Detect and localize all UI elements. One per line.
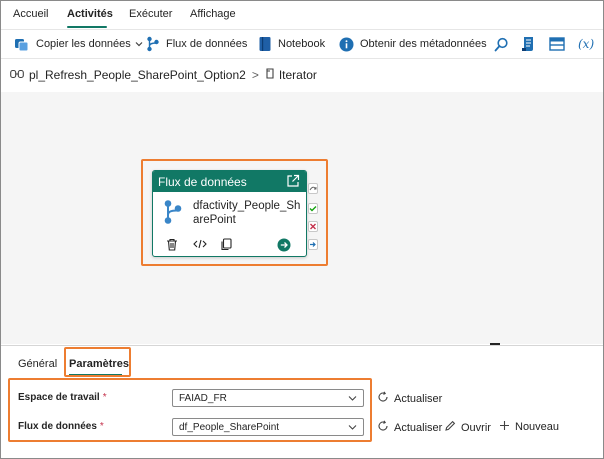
open-dataflow-button[interactable]: Ouvrir: [444, 420, 491, 435]
activities-toolbar: Copier les données Flux de données Noteb…: [1, 29, 603, 59]
new-dataflow-button[interactable]: Nouveau: [499, 420, 559, 434]
success-connector-icon[interactable]: [308, 203, 318, 214]
refresh-icon: [377, 420, 389, 435]
script-icon: [521, 36, 535, 52]
breadcrumb-current[interactable]: Iterator: [279, 68, 317, 82]
script-button[interactable]: [521, 30, 535, 58]
notebook-label: Notebook: [278, 38, 326, 50]
new-label: Nouveau: [515, 421, 560, 433]
tab-general[interactable]: Général: [18, 358, 57, 370]
failure-connector-icon[interactable]: [308, 221, 318, 232]
code-icon[interactable]: [193, 238, 207, 253]
breadcrumb-separator: >: [251, 68, 259, 82]
tab-affichage[interactable]: Affichage: [190, 8, 236, 20]
expression-button[interactable]: (x): [578, 30, 594, 58]
activity-body: dfactivity_People_SharePoint: [153, 192, 306, 236]
notebook-icon: [258, 36, 272, 52]
copy-icon[interactable]: [220, 238, 232, 254]
pipeline-icon: [10, 68, 24, 82]
tab-accueil[interactable]: Accueil: [13, 8, 48, 20]
dataflow-icon: [163, 199, 183, 228]
activity-header: Flux de données: [153, 171, 306, 192]
table-icon: [549, 37, 565, 51]
activity-actions: [153, 234, 306, 256]
workspace-refresh-button[interactable]: Actualiser: [377, 391, 442, 406]
active-tab-indicator: [67, 26, 107, 28]
iterator-icon: [265, 68, 275, 82]
parametres-tab-highlight: [64, 347, 131, 377]
breadcrumb: pl_Refresh_People_SharePoint_Option2 > I…: [10, 67, 317, 83]
delete-icon[interactable]: [166, 238, 178, 254]
dataflow-refresh-button[interactable]: Actualiser: [377, 420, 442, 435]
copy-data-icon: [14, 36, 30, 52]
run-arrow-icon[interactable]: [277, 238, 291, 255]
copy-data-button[interactable]: Copier les données: [14, 30, 143, 58]
completion-connector-icon[interactable]: [308, 239, 318, 250]
refresh-icon: [377, 391, 389, 406]
dataflow-label: Flux de données: [166, 38, 248, 50]
skip-connector-icon[interactable]: [308, 183, 318, 194]
search-icon: [494, 37, 509, 52]
ribbon-tabs: Accueil Activités Exécuter Affichage: [1, 1, 603, 29]
dataflow-icon: [146, 36, 160, 52]
table-button[interactable]: [549, 30, 565, 58]
pencil-icon: [444, 420, 456, 435]
breadcrumb-pipeline[interactable]: pl_Refresh_People_SharePoint_Option2: [29, 68, 246, 82]
open-label: Ouvrir: [461, 421, 491, 434]
get-metadata-button[interactable]: Obtenir des métadonnées: [339, 30, 487, 58]
refresh-label: Actualiser: [394, 421, 443, 434]
activity-name: dfactivity_People_SharePoint: [193, 200, 301, 226]
dataflow-button[interactable]: Flux de données: [146, 30, 247, 58]
lookup-button[interactable]: [494, 30, 509, 58]
copy-data-label: Copier les données: [36, 38, 131, 50]
tab-activites[interactable]: Activités: [67, 8, 113, 20]
refresh-label: Actualiser: [394, 392, 443, 405]
expression-icon: (x): [578, 37, 595, 51]
settings-highlight: [8, 378, 372, 442]
plus-icon: [499, 420, 510, 434]
activity-type-title: Flux de données: [158, 174, 247, 189]
get-metadata-label: Obtenir des métadonnées: [360, 38, 487, 50]
tab-executer[interactable]: Exécuter: [129, 8, 172, 20]
open-external-icon[interactable]: [286, 174, 300, 191]
notebook-button[interactable]: Notebook: [258, 30, 325, 58]
dataflow-activity-card[interactable]: Flux de données dfactivity_People_ShareP…: [152, 170, 307, 257]
info-icon: [339, 37, 354, 52]
chevron-down-icon: [135, 40, 143, 48]
